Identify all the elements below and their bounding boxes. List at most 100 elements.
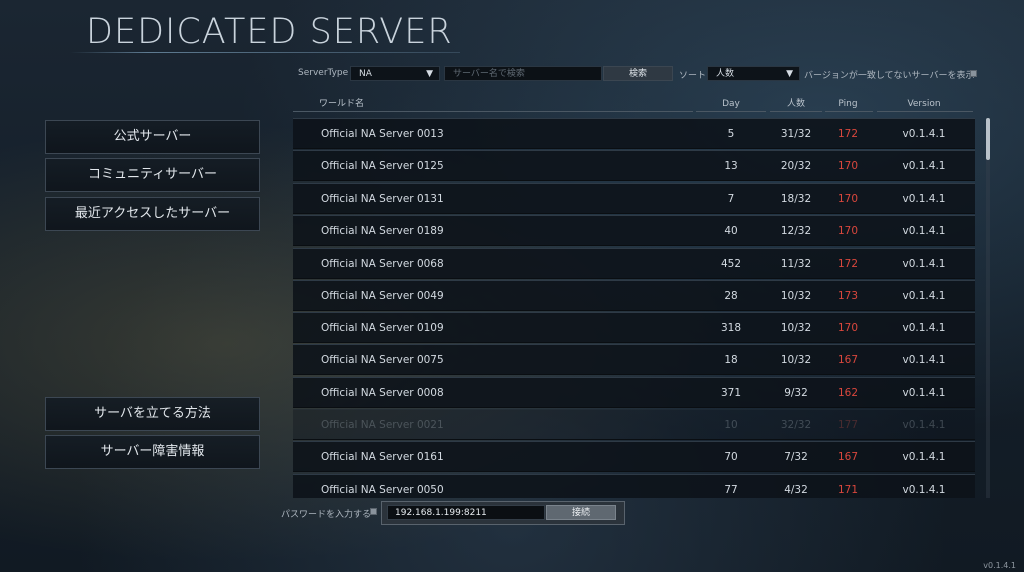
server-type-select[interactable]: NA ▼ bbox=[350, 66, 440, 81]
server-type-value: NA bbox=[359, 69, 372, 79]
chevron-down-icon: ▼ bbox=[786, 69, 793, 79]
divider bbox=[877, 111, 973, 112]
server-players: 11/32 bbox=[780, 258, 812, 270]
server-name: Official NA Server 0021 bbox=[321, 419, 444, 431]
server-players: 10/32 bbox=[780, 354, 812, 366]
official-servers-button[interactable]: 公式サーバー bbox=[45, 120, 260, 154]
server-name: Official NA Server 0068 bbox=[321, 258, 444, 270]
connect-button[interactable]: 接続 bbox=[546, 505, 616, 520]
server-day: 13 bbox=[724, 160, 738, 172]
server-name: Official NA Server 0131 bbox=[321, 193, 444, 205]
divider bbox=[696, 111, 766, 112]
server-version: v0.1.4.1 bbox=[902, 128, 946, 140]
sort-label: ソート bbox=[679, 71, 707, 81]
divider bbox=[825, 111, 873, 112]
server-name: Official NA Server 0109 bbox=[321, 322, 444, 334]
column-header-version[interactable]: Version bbox=[875, 96, 973, 112]
title-divider bbox=[70, 52, 460, 53]
community-servers-button[interactable]: コミュニティサーバー bbox=[45, 158, 260, 192]
table-row[interactable]: Official NA Server 0013 5 31/32 172 v0.1… bbox=[293, 118, 975, 149]
table-row[interactable]: Official NA Server 0161 70 7/32 167 v0.1… bbox=[293, 441, 975, 472]
divider bbox=[293, 111, 693, 112]
server-day: 70 bbox=[724, 451, 738, 463]
server-day: 5 bbox=[727, 128, 735, 140]
server-players: 7/32 bbox=[784, 451, 808, 463]
server-name: Official NA Server 0008 bbox=[321, 387, 444, 399]
server-players: 31/32 bbox=[780, 128, 812, 140]
server-day: 40 bbox=[724, 225, 738, 237]
table-row[interactable]: Official NA Server 0050 77 4/32 171 v0.1… bbox=[293, 474, 975, 498]
server-players: 32/32 bbox=[780, 419, 812, 431]
server-name: Official NA Server 0125 bbox=[321, 160, 444, 172]
version-mismatch-checkbox[interactable] bbox=[970, 70, 977, 77]
server-version: v0.1.4.1 bbox=[902, 451, 946, 463]
page-title: DEDICATED SERVER bbox=[86, 12, 453, 52]
server-players: 9/32 bbox=[784, 387, 808, 399]
password-checkbox[interactable] bbox=[370, 508, 377, 515]
server-ping: 172 bbox=[837, 258, 859, 270]
table-row[interactable]: Official NA Server 0075 18 10/32 167 v0.… bbox=[293, 344, 975, 375]
column-header-players[interactable]: 人数 bbox=[767, 96, 825, 112]
server-version: v0.1.4.1 bbox=[902, 160, 946, 172]
server-name: Official NA Server 0075 bbox=[321, 354, 444, 366]
server-ping: 171 bbox=[837, 484, 859, 496]
column-header-day[interactable]: Day bbox=[693, 96, 769, 112]
table-row[interactable]: Official NA Server 0125 13 20/32 170 v0.… bbox=[293, 150, 975, 181]
server-day: 452 bbox=[720, 258, 742, 270]
how-to-host-button[interactable]: サーバを立てる方法 bbox=[45, 397, 260, 431]
server-day: 10 bbox=[724, 419, 738, 431]
server-players: 10/32 bbox=[780, 290, 812, 302]
server-day: 77 bbox=[724, 484, 738, 496]
table-row[interactable]: Official NA Server 0109 318 10/32 170 v0… bbox=[293, 312, 975, 343]
scrollbar-track[interactable] bbox=[986, 118, 990, 498]
password-label: パスワードを入力する bbox=[281, 510, 372, 520]
server-version: v0.1.4.1 bbox=[902, 290, 946, 302]
search-button[interactable]: 検索 bbox=[603, 66, 673, 81]
table-row[interactable]: Official NA Server 0189 40 12/32 170 v0.… bbox=[293, 215, 975, 246]
server-ping: 172 bbox=[837, 128, 859, 140]
divider bbox=[770, 111, 822, 112]
server-ping: 170 bbox=[837, 225, 859, 237]
chevron-down-icon: ▼ bbox=[426, 69, 433, 79]
ip-address-input[interactable] bbox=[387, 505, 545, 520]
table-row-full: Official NA Server 0021 10 32/32 177 v0.… bbox=[293, 409, 975, 440]
server-day: 28 bbox=[724, 290, 738, 302]
server-name: Official NA Server 0050 bbox=[321, 484, 444, 496]
server-day: 318 bbox=[720, 322, 742, 334]
server-name: Official NA Server 0049 bbox=[321, 290, 444, 302]
server-players: 10/32 bbox=[780, 322, 812, 334]
server-day: 7 bbox=[727, 193, 735, 205]
recent-servers-button[interactable]: 最近アクセスしたサーバー bbox=[45, 197, 260, 231]
server-players: 12/32 bbox=[780, 225, 812, 237]
server-ping: 177 bbox=[837, 419, 859, 431]
server-ping: 173 bbox=[837, 290, 859, 302]
table-row[interactable]: Official NA Server 0068 452 11/32 172 v0… bbox=[293, 248, 975, 279]
table-row[interactable]: Official NA Server 0008 371 9/32 162 v0.… bbox=[293, 377, 975, 408]
table-row[interactable]: Official NA Server 0131 7 18/32 170 v0.1… bbox=[293, 183, 975, 214]
search-input[interactable] bbox=[444, 66, 602, 81]
server-version: v0.1.4.1 bbox=[902, 258, 946, 270]
sort-value: 人数 bbox=[716, 69, 735, 79]
column-header-name[interactable]: ワールド名 bbox=[319, 96, 364, 112]
table-row[interactable]: Official NA Server 0049 28 10/32 173 v0.… bbox=[293, 280, 975, 311]
sort-select[interactable]: 人数 ▼ bbox=[707, 66, 800, 81]
scrollbar-thumb[interactable] bbox=[986, 118, 990, 160]
server-version: v0.1.4.1 bbox=[902, 193, 946, 205]
server-day: 18 bbox=[724, 354, 738, 366]
server-version: v0.1.4.1 bbox=[902, 484, 946, 496]
server-version: v0.1.4.1 bbox=[902, 354, 946, 366]
column-header-ping[interactable]: Ping bbox=[821, 96, 875, 112]
server-ping: 170 bbox=[837, 193, 859, 205]
server-status-button[interactable]: サーバー障害情報 bbox=[45, 435, 260, 469]
version-mismatch-label: バージョンが一致してないサーバーを表示 bbox=[804, 71, 975, 81]
server-players: 4/32 bbox=[784, 484, 808, 496]
server-version: v0.1.4.1 bbox=[902, 322, 946, 334]
version-label: v0.1.4.1 bbox=[983, 561, 1016, 570]
server-ping: 170 bbox=[837, 160, 859, 172]
server-version: v0.1.4.1 bbox=[902, 387, 946, 399]
server-type-label: ServerType bbox=[298, 68, 349, 78]
server-list: Official NA Server 0013 5 31/32 172 v0.1… bbox=[293, 118, 975, 498]
server-ping: 162 bbox=[837, 387, 859, 399]
server-version: v0.1.4.1 bbox=[902, 225, 946, 237]
server-players: 20/32 bbox=[780, 160, 812, 172]
